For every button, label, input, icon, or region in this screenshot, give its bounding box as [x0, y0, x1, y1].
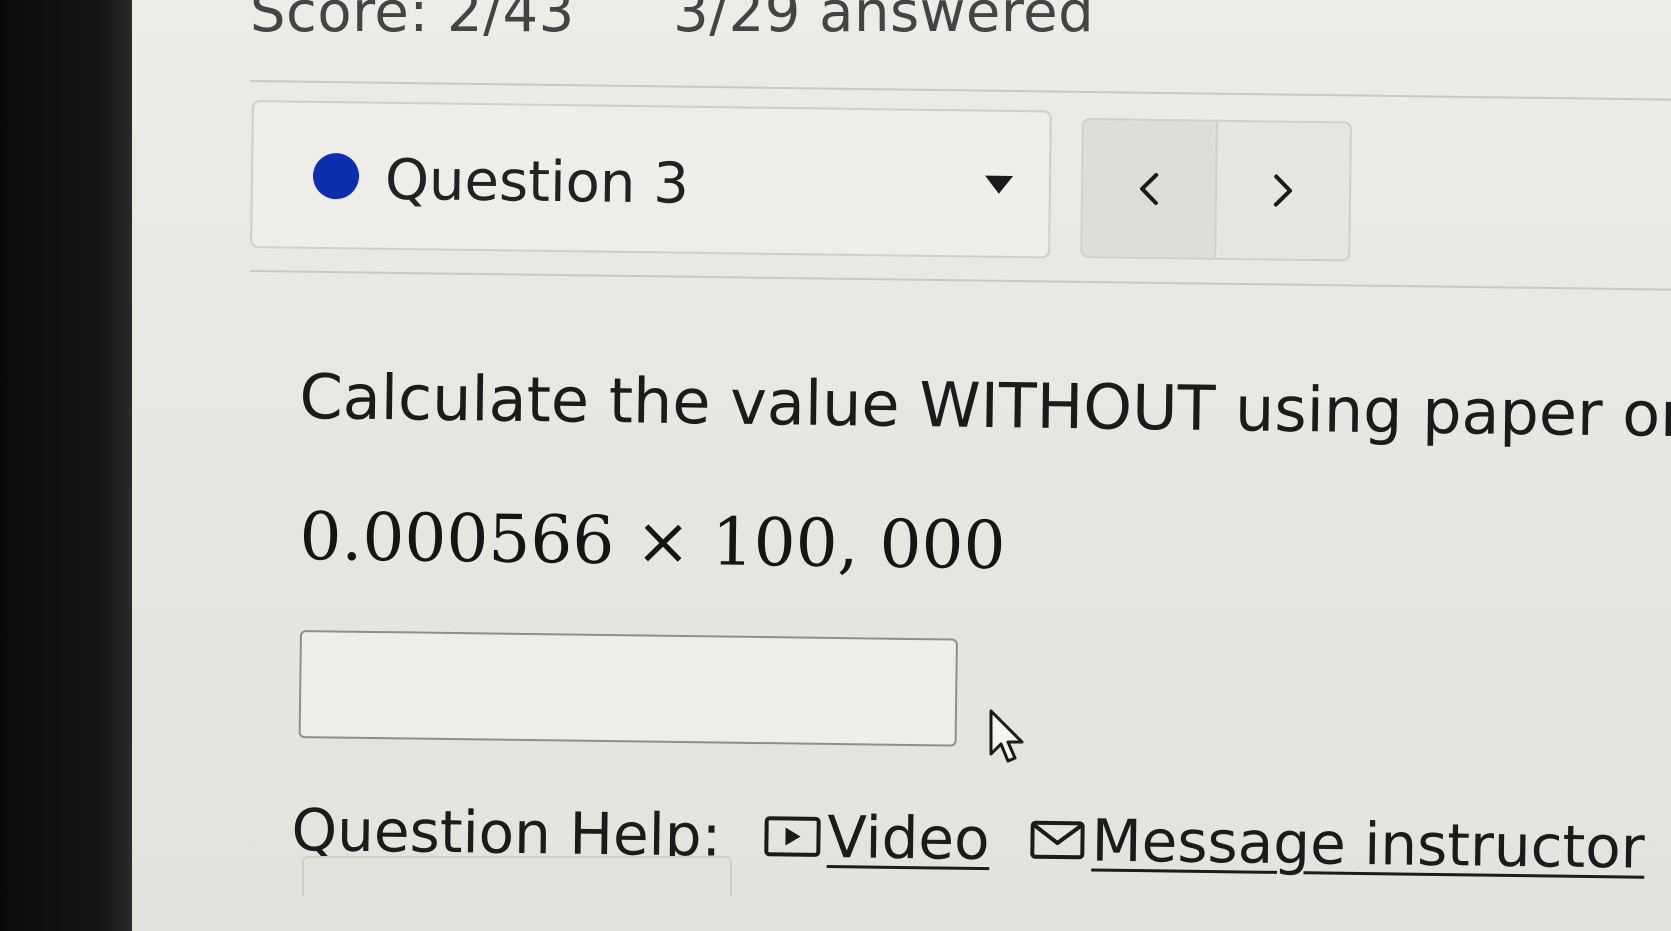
- caret-down-icon: [984, 175, 1014, 194]
- question-dropdown[interactable]: Question 3: [250, 100, 1052, 259]
- message-instructor-link[interactable]: Message instructor: [1029, 806, 1645, 882]
- screen: Score: 2/43 3/29 answered Question 3 Cal…: [0, 0, 1671, 931]
- question-prompt: Calculate the value WITHOUT using paper …: [299, 360, 1671, 452]
- divider-bottom: [249, 270, 1671, 291]
- chevron-right-icon: [1273, 174, 1293, 207]
- question-status-dot: [312, 152, 360, 200]
- score-text: Score: 2/43: [250, 0, 575, 45]
- next-section-edge: [302, 856, 732, 896]
- divider-top: [249, 80, 1671, 101]
- video-help-link[interactable]: Video: [763, 802, 990, 873]
- question-dropdown-label: Question 3: [384, 147, 690, 217]
- next-question-button[interactable]: [1216, 121, 1350, 260]
- answer-input[interactable]: [298, 630, 958, 747]
- answered-count: 3/29 answered: [673, 0, 1095, 45]
- question-nav: [1080, 118, 1352, 262]
- envelope-icon: [1029, 819, 1086, 862]
- score-summary: Score: 2/43 3/29 answered: [250, 0, 1094, 45]
- previous-question-button[interactable]: [1082, 120, 1218, 258]
- message-instructor-label: Message instructor: [1091, 806, 1646, 882]
- monitor-bezel: [0, 0, 132, 931]
- assignment-page: Score: 2/43 3/29 answered Question 3 Cal…: [132, 0, 1671, 931]
- chevron-left-icon: [1140, 172, 1159, 205]
- mouse-pointer-icon: [989, 709, 1024, 763]
- video-link-label: Video: [826, 803, 991, 874]
- math-expression: 0.000566 × 100, 000: [298, 498, 1007, 585]
- video-icon: [763, 814, 822, 859]
